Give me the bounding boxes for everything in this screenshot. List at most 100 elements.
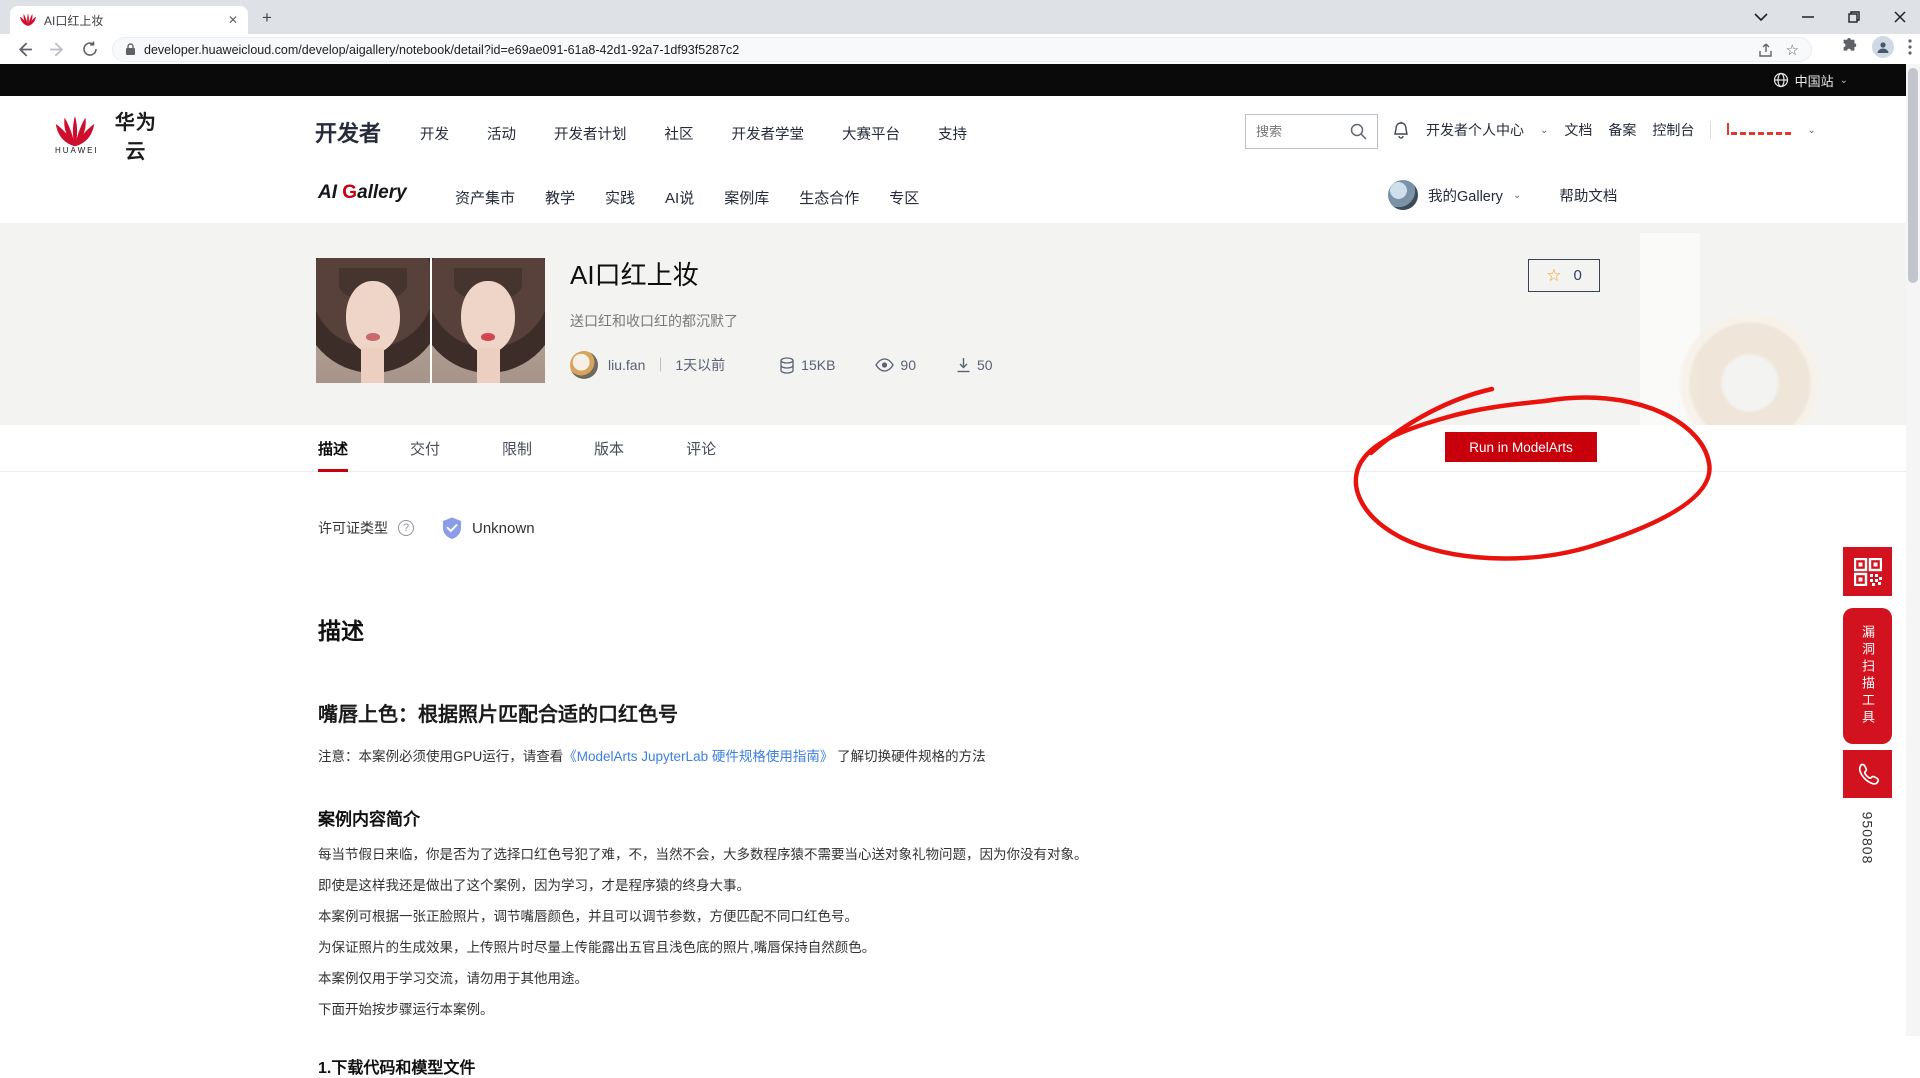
meta-separator: ｜ bbox=[653, 355, 667, 375]
storage-size-icon bbox=[779, 357, 795, 374]
nav-item-school[interactable]: 开发者学堂 bbox=[732, 123, 805, 144]
tab-restriction[interactable]: 限制 bbox=[502, 425, 532, 472]
new-tab-button[interactable]: + bbox=[262, 8, 272, 28]
nav-item-develop[interactable]: 开发 bbox=[420, 123, 449, 144]
asset-subtitle: 送口红和收口红的都沉默了 bbox=[570, 311, 738, 331]
url-field[interactable]: developer.huaweicloud.com/develop/aigall… bbox=[112, 37, 1812, 62]
cover-image-after bbox=[432, 258, 546, 383]
huawei-cloud-logo[interactable]: HUAWEI 华为云 bbox=[55, 106, 165, 164]
window-menu-chevron-icon[interactable] bbox=[1754, 13, 1768, 21]
browser-tabstrip: AI口红上妆 ✕ + bbox=[0, 0, 1920, 34]
nav-item-activity[interactable]: 活动 bbox=[487, 123, 516, 144]
paragraph: 为保证照片的生成效果，上传照片时尽量上传能露出五官且浅色底的照片,嘴唇保持自然颜… bbox=[318, 941, 1518, 955]
region-label[interactable]: 中国站 bbox=[1795, 71, 1834, 90]
back-icon[interactable] bbox=[16, 41, 33, 58]
hotline-number: 950808 bbox=[1860, 812, 1876, 865]
publish-time: 1天以前 bbox=[675, 355, 725, 375]
phone-icon bbox=[1856, 762, 1880, 786]
section-title: 描述 bbox=[318, 612, 1518, 646]
bookmark-star-icon[interactable]: ☆ bbox=[1786, 41, 1799, 59]
docs-link[interactable]: 文档 bbox=[1564, 120, 1592, 140]
header-nav: 开发 活动 开发者计划 社区 开发者学堂 大赛平台 支持 bbox=[420, 123, 967, 144]
nav-item-support[interactable]: 支持 bbox=[938, 123, 967, 144]
hotline-phone-widget[interactable] bbox=[1843, 750, 1892, 798]
extensions-icon[interactable] bbox=[1840, 38, 1858, 56]
tab-title: AI口红上妆 bbox=[44, 12, 220, 29]
asset-hero: AI口红上妆 送口红和收口红的都沉默了 liu.fan ｜ 1天以前 15KB … bbox=[0, 223, 1920, 425]
qr-code-widget[interactable] bbox=[1843, 547, 1892, 596]
paragraph: 本案例仅用于学习交流，请勿用于其他用途。 bbox=[318, 972, 1518, 986]
paragraph: 即使是这样我还是做出了这个案例，因为学习，才是程序猿的终身大事。 bbox=[318, 879, 1518, 893]
window-restore-icon[interactable] bbox=[1848, 11, 1860, 23]
header-search[interactable] bbox=[1245, 114, 1378, 149]
huawei-favicon bbox=[20, 13, 36, 27]
author-avatar[interactable] bbox=[570, 351, 598, 379]
views-eye-icon bbox=[875, 358, 894, 372]
brand-name: 华为云 bbox=[107, 106, 165, 164]
vulnerability-scan-widget[interactable]: 漏洞扫描工具 bbox=[1843, 608, 1892, 744]
intro-title: 案例内容简介 bbox=[318, 805, 1518, 830]
run-in-modelarts-button[interactable]: Run in ModelArts bbox=[1445, 432, 1597, 462]
console-link[interactable]: 控制台 bbox=[1652, 120, 1694, 140]
step-title: 1.下载代码和模型文件 bbox=[318, 1054, 1518, 1078]
search-input[interactable] bbox=[1256, 124, 1336, 139]
beian-link[interactable]: 备案 bbox=[1608, 120, 1636, 140]
qr-code-icon bbox=[1854, 558, 1882, 586]
user-center-link[interactable]: 开发者个人中心 bbox=[1426, 120, 1524, 140]
my-gallery-link[interactable]: 我的Gallery bbox=[1428, 185, 1503, 206]
nav-item-competition[interactable]: 大赛平台 bbox=[842, 123, 900, 144]
tab-description[interactable]: 描述 bbox=[318, 425, 348, 472]
window-minimize-icon[interactable] bbox=[1802, 11, 1814, 23]
gallery-nav-teaching[interactable]: 教学 bbox=[545, 187, 575, 208]
scrollbar-thumb[interactable] bbox=[1908, 68, 1918, 283]
gallery-nav-aitalk[interactable]: AI说 bbox=[665, 187, 694, 208]
reload-icon[interactable] bbox=[82, 41, 98, 57]
help-docs-link[interactable]: 帮助文档 bbox=[1559, 185, 1617, 206]
ai-gallery-logo[interactable]: AI Gallery bbox=[318, 182, 407, 204]
favorite-button[interactable]: ☆ 0 bbox=[1528, 259, 1600, 292]
tab-comments[interactable]: 评论 bbox=[686, 425, 716, 472]
download-icon bbox=[956, 357, 971, 373]
asset-title: AI口红上妆 bbox=[570, 255, 699, 292]
gallery-nav-cases[interactable]: 案例库 bbox=[724, 187, 769, 208]
portal-title[interactable]: 开发者 bbox=[315, 116, 381, 148]
share-icon[interactable] bbox=[1758, 42, 1774, 58]
paragraph: 下面开始按步骤运行本案例。 bbox=[318, 1003, 1518, 1017]
paragraph: 本案例可根据一张正脸照片，调节嘴唇颜色，并且可以调节参数，方便匹配不同口红色号。 bbox=[318, 910, 1518, 924]
tab-delivery[interactable]: 交付 bbox=[410, 425, 440, 472]
user-center-chevron-icon: ⌄ bbox=[1540, 125, 1548, 136]
account-chevron-icon[interactable]: ⌄ bbox=[1807, 125, 1815, 136]
notification-bell-icon[interactable] bbox=[1392, 121, 1410, 140]
license-value: Unknown bbox=[472, 520, 535, 537]
tab-close-icon[interactable]: ✕ bbox=[228, 13, 238, 27]
huawei-wordmark: HUAWEI bbox=[55, 146, 99, 155]
lock-icon bbox=[125, 43, 136, 56]
my-gallery-chevron-icon: ⌄ bbox=[1513, 190, 1521, 201]
tab-version[interactable]: 版本 bbox=[594, 425, 624, 472]
search-icon[interactable] bbox=[1350, 123, 1367, 140]
license-row: 许可证类型 ? Unknown bbox=[318, 516, 535, 540]
gallery-user-avatar[interactable] bbox=[1388, 180, 1418, 210]
author-name[interactable]: liu.fan bbox=[608, 357, 645, 373]
window-close-icon[interactable] bbox=[1894, 11, 1906, 23]
redacted-username[interactable] bbox=[1727, 122, 1791, 138]
gallery-nav-eco[interactable]: 生态合作 bbox=[799, 187, 859, 208]
gallery-nav-zone[interactable]: 专区 bbox=[889, 187, 919, 208]
gallery-nav-market[interactable]: 资产集市 bbox=[455, 187, 515, 208]
globe-icon bbox=[1773, 72, 1789, 88]
forward-icon[interactable] bbox=[49, 41, 66, 58]
asset-cover-images[interactable] bbox=[316, 258, 545, 383]
license-shield-icon bbox=[440, 516, 464, 540]
nav-item-community[interactable]: 社区 bbox=[665, 123, 694, 144]
hardware-guide-link[interactable]: 《ModelArts JupyterLab 硬件规格使用指南》 bbox=[563, 749, 833, 764]
url-text: developer.huaweicloud.com/develop/aigall… bbox=[144, 43, 1746, 57]
gallery-nav-practice[interactable]: 实践 bbox=[605, 187, 635, 208]
asset-size: 15KB bbox=[801, 357, 835, 373]
browser-tab[interactable]: AI口红上妆 ✕ bbox=[10, 6, 248, 34]
nav-item-program[interactable]: 开发者计划 bbox=[554, 123, 627, 144]
browser-profile-avatar[interactable] bbox=[1872, 36, 1894, 58]
license-help-icon[interactable]: ? bbox=[398, 520, 414, 536]
page-scrollbar[interactable] bbox=[1906, 64, 1920, 1036]
browser-menu-icon[interactable] bbox=[1908, 39, 1912, 55]
hero-decoration-ring bbox=[1680, 313, 1820, 425]
